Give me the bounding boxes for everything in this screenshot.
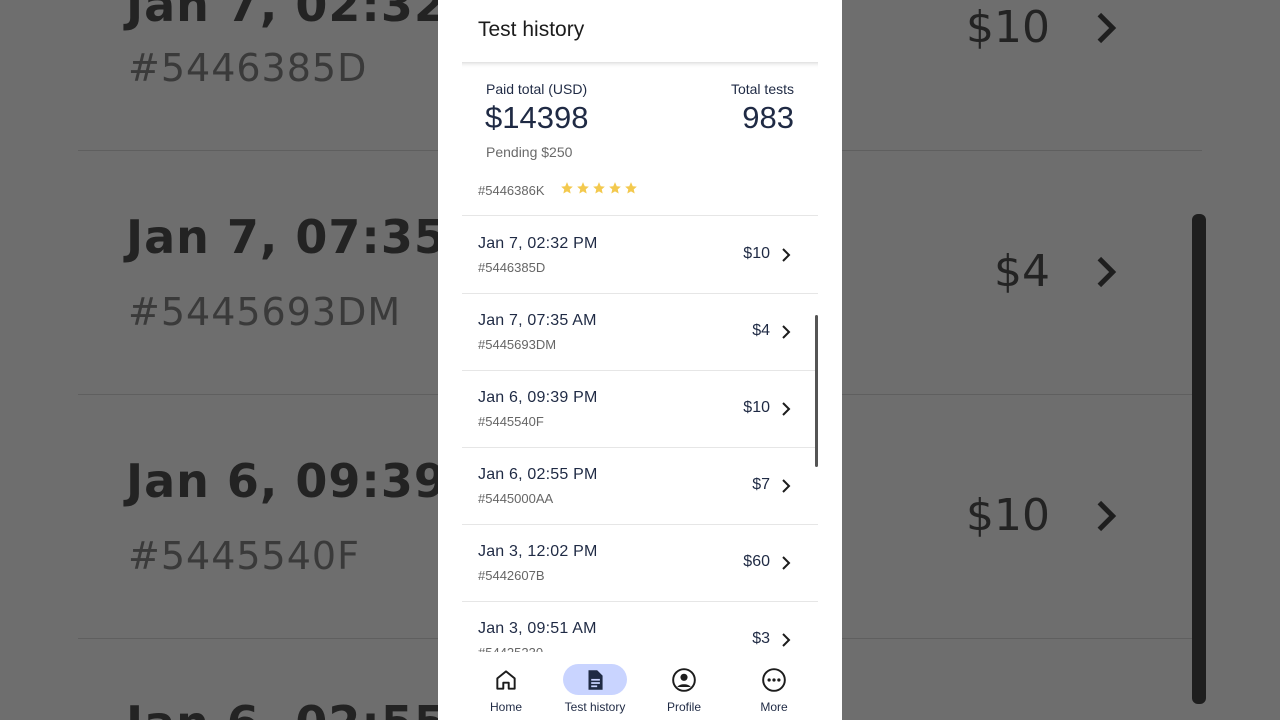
home-icon (493, 667, 519, 693)
document-icon (582, 667, 608, 693)
nav-label: Profile (666, 700, 701, 714)
test-date: Jan 3, 12:02 PM (478, 543, 598, 560)
backdrop-date: Jan 7, 02:32 P (126, 0, 438, 32)
backdrop-date: Jan 7, 07:35 A (126, 210, 438, 264)
backdrop-date: Jan 6, 09:39 P (126, 454, 438, 508)
backdrop-divider (78, 394, 438, 395)
star-rating (560, 181, 638, 195)
backdrop-divider (842, 638, 1202, 639)
total-tests-label: Total tests (730, 81, 794, 97)
more-icon (761, 667, 787, 693)
backdrop-id: #5446385D (128, 46, 368, 90)
star-icon (609, 182, 621, 194)
chevron-right-icon (1086, 496, 1126, 536)
list-scrollbar[interactable] (815, 315, 818, 467)
test-id: #5446386K (478, 183, 545, 198)
nav-more[interactable]: More (729, 664, 819, 720)
backdrop-date: Jan 6, 02:55 P (126, 696, 438, 720)
list-item[interactable]: Jan 7, 07:35 AM #5445693DM $4 (462, 294, 818, 371)
paid-total-label: Paid total (USD) (486, 81, 588, 97)
profile-icon (671, 667, 697, 693)
chevron-right-icon (1086, 252, 1126, 292)
chevron-right-icon (1086, 8, 1126, 48)
list-item[interactable]: Jan 6, 09:39 PM #5445540F $10 (462, 371, 818, 448)
list-item[interactable]: Jan 3, 12:02 PM #5442607B $60 (462, 525, 818, 602)
backdrop-divider (842, 394, 1202, 395)
nav-profile[interactable]: Profile (639, 664, 729, 720)
backdrop-id: #5445693DM (128, 290, 402, 334)
test-id: #5446385D (478, 260, 546, 275)
test-date: Jan 6, 02:55 PM (478, 466, 598, 483)
test-history-list: Jan 7, 02:32 PM #5446385D $10 Jan 7, 07:… (462, 217, 818, 652)
chevron-right-icon (778, 400, 794, 418)
test-id: #5442607B (478, 568, 545, 583)
nav-label: Home (489, 700, 522, 714)
backdrop-divider (78, 638, 438, 639)
test-amount: $3 (752, 630, 770, 647)
backdrop-divider (78, 150, 438, 151)
total-tests-value: 983 (742, 100, 794, 135)
nav-label: More (760, 700, 788, 714)
test-amount: $10 (743, 245, 770, 262)
history-content[interactable]: Paid total (USD) $14398 Pending $250 Tot… (462, 62, 818, 652)
star-icon (561, 182, 573, 194)
test-date: Jan 3, 09:51 AM (478, 620, 597, 637)
backdrop-amount: $10 (966, 2, 1050, 53)
backdrop-amount: $10 (966, 490, 1050, 541)
chevron-right-icon (778, 323, 794, 341)
chevron-right-icon (778, 477, 794, 495)
test-amount: $10 (743, 399, 770, 416)
test-id: #54425230 (478, 645, 543, 652)
backdrop-right-panel: $10 $4 $10 (842, 0, 1280, 720)
summary-card: Paid total (USD) $14398 Pending $250 Tot… (462, 62, 818, 178)
backdrop-id: #5445540F (128, 534, 360, 578)
list-item[interactable]: Jan 6, 02:55 PM #5445000AA $7 (462, 448, 818, 525)
test-date: Jan 7, 02:32 PM (478, 235, 598, 252)
list-item[interactable]: Jan 7, 02:32 PM #5446385D $10 (462, 217, 818, 294)
test-id: #5445693DM (478, 337, 557, 352)
test-amount: $4 (752, 322, 770, 339)
nav-home[interactable]: Home (461, 664, 551, 720)
list-item[interactable]: #5446386K (462, 178, 818, 216)
bottom-nav: Home Test history Profile More (438, 652, 842, 720)
app-header: Test history (438, 0, 842, 62)
phone-screen: Test history Paid total (USD) $14398 Pen… (438, 0, 842, 720)
test-amount: $7 (752, 476, 770, 493)
pending-amount: Pending $250 (486, 144, 573, 160)
test-date: Jan 7, 07:35 AM (478, 312, 597, 329)
nav-label: Test history (564, 700, 626, 714)
backdrop-scrollbar (1192, 214, 1206, 704)
chevron-right-icon (778, 631, 794, 649)
test-date: Jan 6, 09:39 PM (478, 389, 598, 406)
backdrop-left-panel: Jan 7, 02:32 P #5446385D Jan 7, 07:35 A … (0, 0, 438, 720)
star-icon (577, 182, 589, 194)
page-title: Test history (478, 18, 585, 41)
backdrop-divider (842, 150, 1202, 151)
chevron-right-icon (778, 246, 794, 264)
list-item[interactable]: Jan 3, 09:51 AM #54425230 $3 (462, 602, 818, 652)
backdrop-amount: $4 (994, 246, 1050, 297)
star-icon (625, 182, 637, 194)
nav-test-history[interactable]: Test history (550, 664, 640, 720)
test-id: #5445000AA (478, 491, 554, 506)
star-icon (593, 182, 605, 194)
test-id: #5445540F (478, 414, 544, 429)
paid-total-value: $14398 (485, 100, 589, 135)
chevron-right-icon (778, 554, 794, 572)
test-amount: $60 (743, 553, 770, 570)
